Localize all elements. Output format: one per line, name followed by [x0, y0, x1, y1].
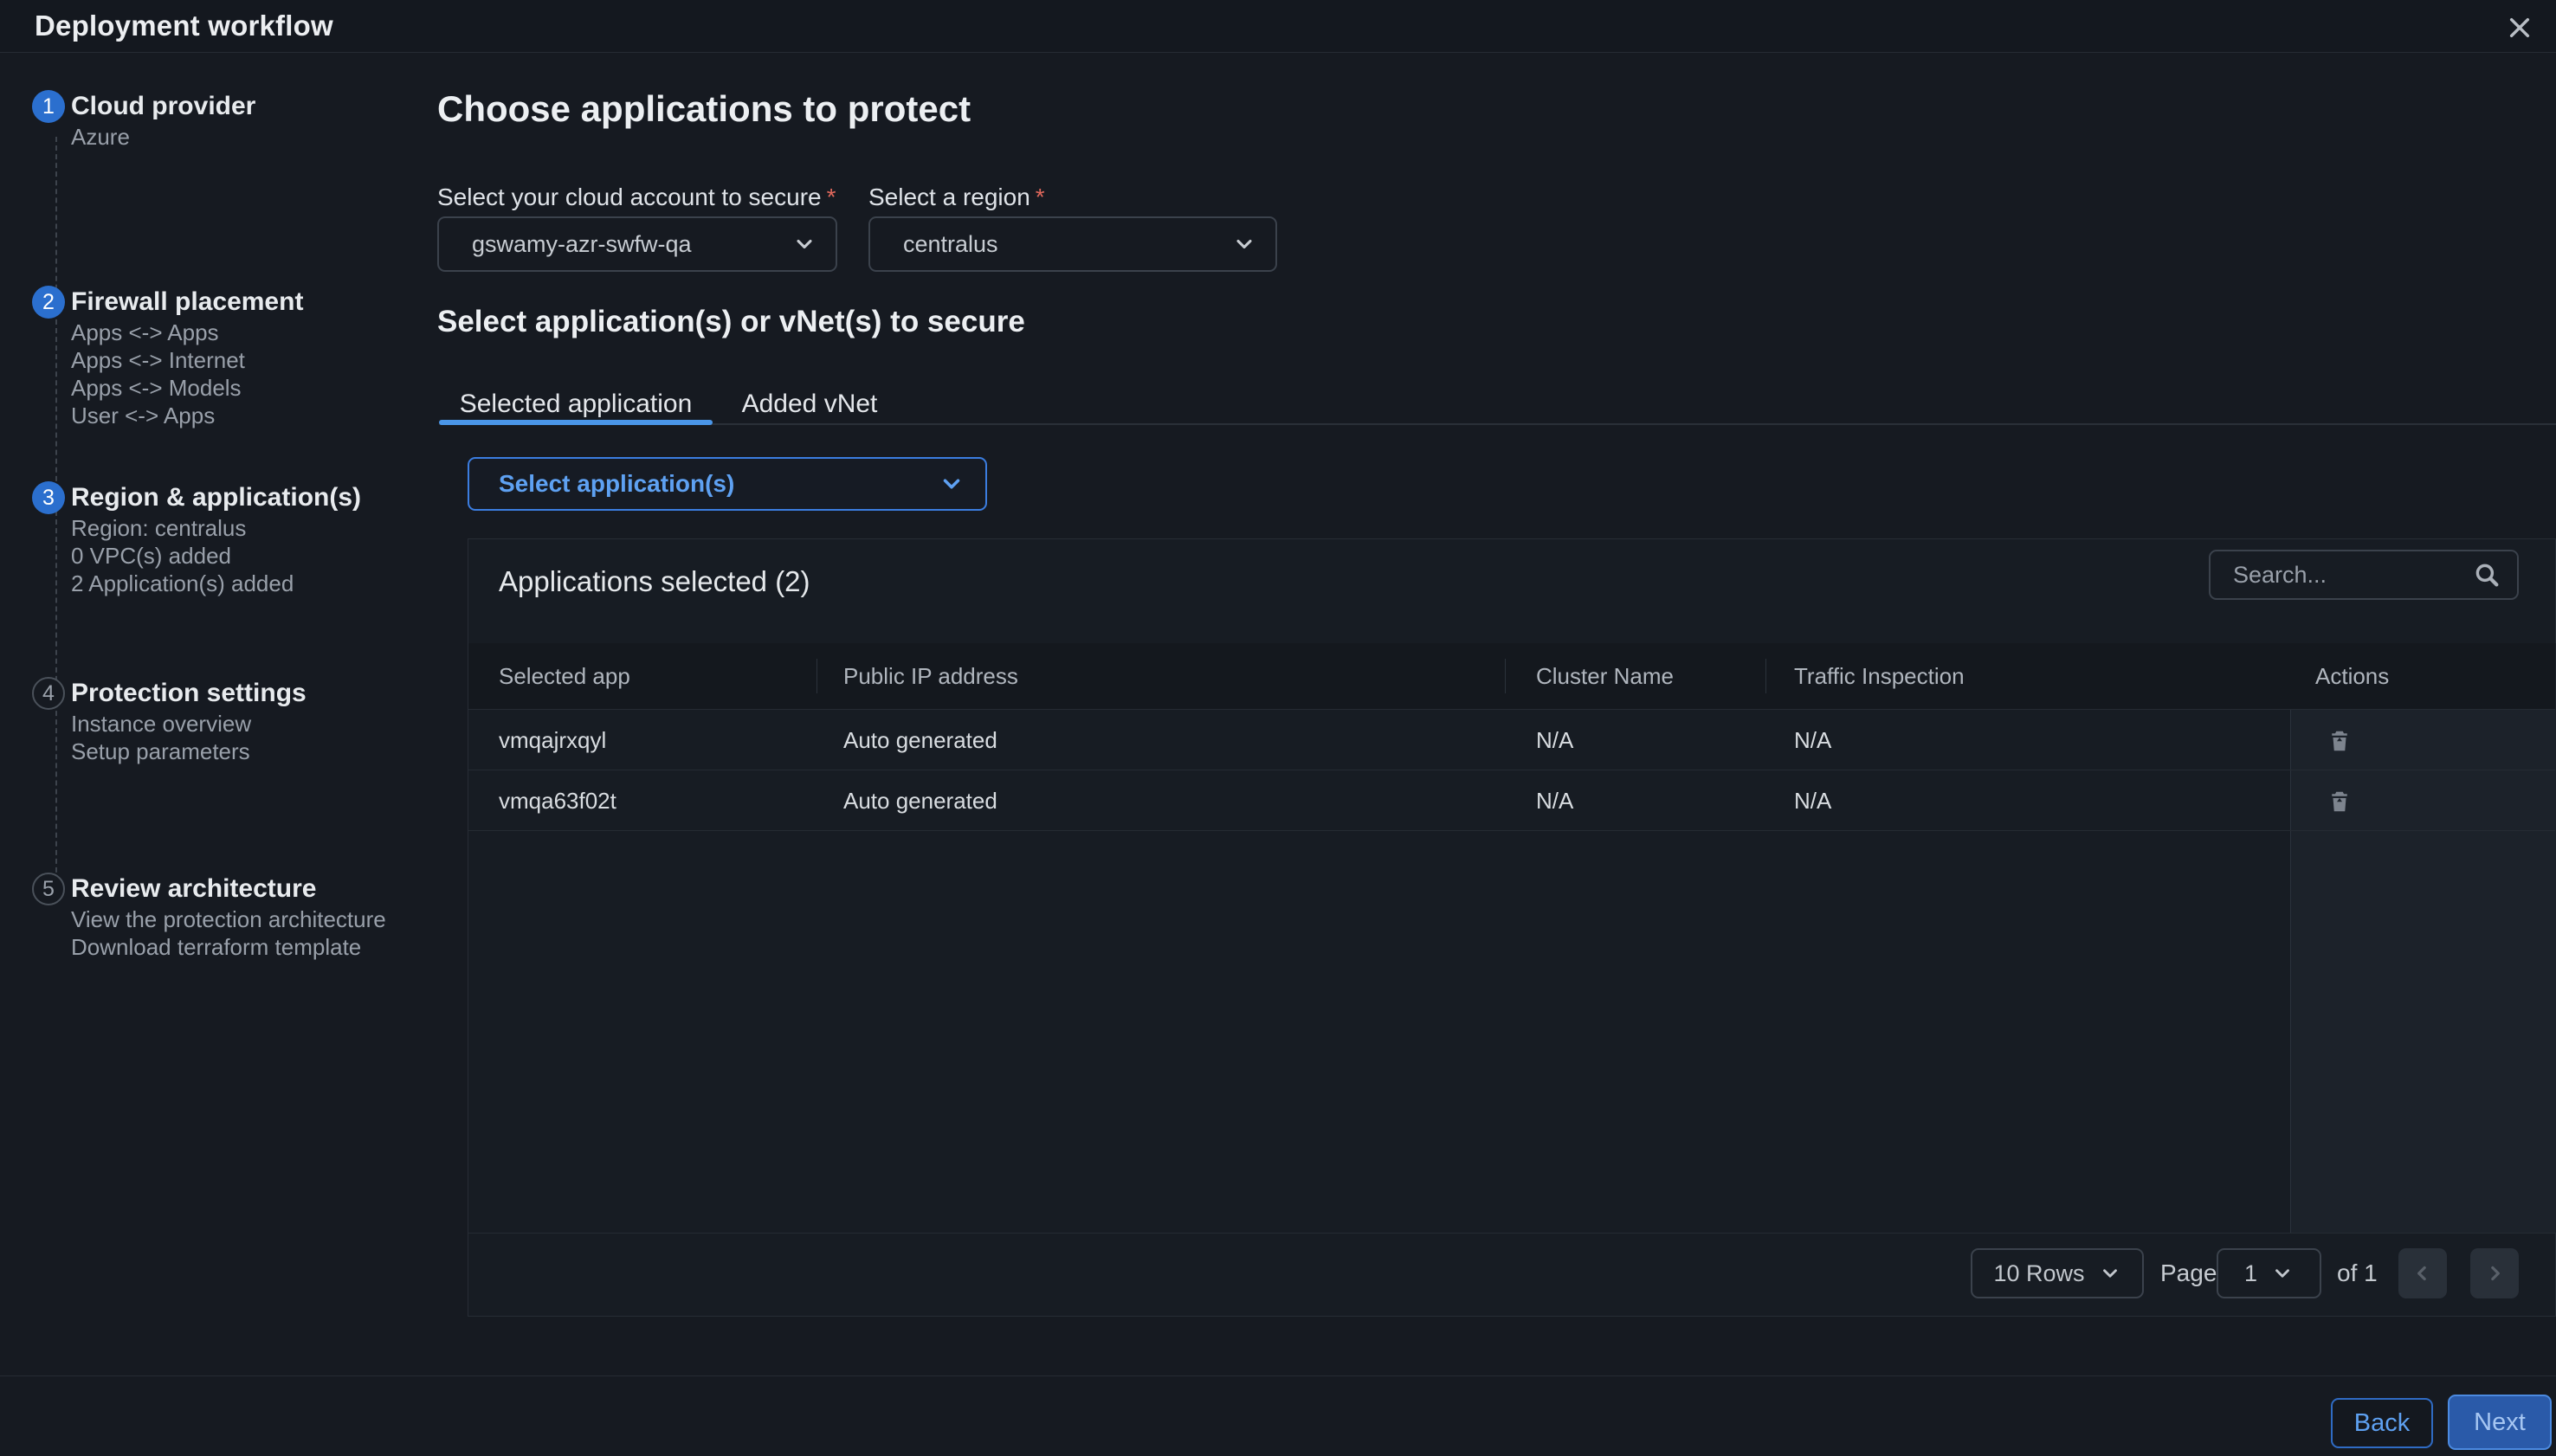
chevron-down-icon — [2099, 1262, 2121, 1285]
cell-public-ip: Auto generated — [843, 710, 997, 770]
step-subtitle: Instance overview — [71, 710, 437, 738]
dialog-title: Deployment workflow — [35, 10, 333, 42]
step-number-badge: 1 — [32, 90, 65, 123]
step-subtitle: Apps <-> Models — [71, 374, 437, 402]
table-header-row: Selected app Public IP address Cluster Nam… — [468, 643, 2555, 709]
cell-public-ip: Auto generated — [843, 770, 997, 831]
cell-cluster-name: N/A — [1536, 710, 1573, 770]
cloud-account-value: gswamy-azr-swfw-qa — [472, 231, 792, 258]
step-subtitle: User <-> Apps — [71, 402, 437, 429]
pagination-bar: 10 Rows Page 1 of 1 — [468, 1234, 2555, 1317]
chevron-down-icon — [939, 471, 965, 497]
column-header-traffic-inspection: Traffic Inspection — [1794, 643, 1965, 709]
step-subtitle: View the protection architecture — [71, 905, 437, 933]
table-row: vmqajrxqyl Auto generated N/A N/A — [468, 710, 2555, 770]
previous-page-button[interactable] — [2398, 1248, 2447, 1298]
step-number-badge: 4 — [32, 677, 65, 710]
trash-icon — [2327, 788, 2353, 815]
column-header-public-ip-address: Public IP address — [843, 643, 1018, 709]
applications-card: Applications selected (2) Selected app Pu… — [468, 538, 2556, 1317]
workflow-step-2[interactable]: 2Firewall placementApps <-> AppsApps <->… — [0, 286, 437, 429]
step-title: Cloud provider — [71, 90, 437, 123]
step-title: Region & application(s) — [71, 481, 437, 514]
step-subtitle: Apps <-> Apps — [71, 319, 437, 346]
select-applications-label: Select application(s) — [499, 470, 939, 498]
step-title: Firewall placement — [71, 286, 437, 319]
column-divider — [1765, 659, 1766, 693]
cell-traffic-inspection: N/A — [1794, 710, 1831, 770]
step-subtitle: 0 VPC(s) added — [71, 542, 437, 570]
step-subtitle: Setup parameters — [71, 738, 437, 765]
step-title: Protection settings — [71, 677, 437, 710]
page-title: Choose applications to protect — [437, 88, 971, 130]
workflow-step-5[interactable]: 5Review architectureView the protection … — [0, 873, 437, 961]
page-number-select[interactable]: 1 — [2217, 1248, 2321, 1298]
step-subtitle: Azure — [71, 123, 437, 151]
chevron-right-icon — [2483, 1262, 2506, 1285]
workflow-step-3[interactable]: 3Region & application(s)Region: centralu… — [0, 481, 437, 597]
page-number-value: 1 — [2244, 1260, 2257, 1287]
search-input[interactable] — [2231, 561, 2472, 589]
active-tab-indicator — [439, 420, 713, 425]
rows-per-page-value: 10 Rows — [1993, 1260, 2084, 1287]
step-number-badge: 2 — [32, 286, 65, 319]
close-icon — [2506, 14, 2533, 42]
step-number-badge: 3 — [32, 481, 65, 514]
region-select[interactable]: centralus — [868, 216, 1277, 272]
step-subtitle: Apps <-> Internet — [71, 346, 437, 374]
close-button[interactable] — [2501, 9, 2539, 47]
next-button[interactable]: Next — [2448, 1395, 2552, 1450]
cell-cluster-name: N/A — [1536, 770, 1573, 831]
table-row: vmqa63f02t Auto generated N/A N/A — [468, 770, 2555, 831]
step-subtitle: 2 Application(s) added — [71, 570, 437, 597]
chevron-left-icon — [2411, 1262, 2434, 1285]
page-total-label: of 1 — [2337, 1248, 2378, 1298]
section-title: Select application(s) or vNet(s) to secu… — [437, 305, 1025, 339]
chevron-down-icon — [2271, 1262, 2294, 1285]
cloud-account-select[interactable]: gswamy-azr-swfw-qa — [437, 216, 837, 272]
region-label: Select a region* — [868, 184, 1045, 211]
page-label: Page — [2160, 1248, 2217, 1298]
step-number-badge: 5 — [32, 873, 65, 905]
workflow-step-4[interactable]: 4Protection settingsInstance overviewSet… — [0, 677, 437, 765]
footer-divider — [0, 1375, 2556, 1376]
workflow-step-1[interactable]: 1Cloud providerAzure — [0, 90, 437, 151]
cell-selected-app: vmqajrxqyl — [499, 710, 606, 770]
chevron-down-icon — [1232, 232, 1256, 256]
delete-row-button[interactable] — [2321, 723, 2358, 759]
step-subtitle: Download terraform template — [71, 933, 437, 961]
back-button[interactable]: Back — [2331, 1398, 2433, 1448]
column-header-actions: Actions — [2315, 643, 2389, 709]
cell-selected-app: vmqa63f02t — [499, 770, 616, 831]
step-subtitle: Region: centralus — [71, 514, 437, 542]
required-asterisk: * — [1036, 184, 1045, 210]
delete-row-button[interactable] — [2321, 783, 2358, 820]
rows-per-page-select[interactable]: 10 Rows — [1971, 1248, 2144, 1298]
column-header-cluster-name: Cluster Name — [1536, 643, 1674, 709]
search-icon[interactable] — [2472, 560, 2501, 589]
region-value: centralus — [903, 231, 1232, 258]
column-divider — [816, 659, 817, 693]
chevron-down-icon — [792, 232, 816, 256]
tab-selected-application[interactable]: Selected application — [439, 385, 713, 423]
dialog-header: Deployment workflow — [0, 0, 2556, 53]
required-asterisk: * — [827, 184, 836, 210]
step-title: Review architecture — [71, 873, 437, 905]
applications-selected-title: Applications selected (2) — [499, 565, 810, 598]
cell-traffic-inspection: N/A — [1794, 770, 1831, 831]
column-divider — [1505, 659, 1506, 693]
tab-added-vnet[interactable]: Added vNet — [740, 385, 879, 423]
row-divider — [468, 830, 2555, 831]
trash-icon — [2327, 727, 2353, 755]
column-header-selected-app: Selected app — [499, 643, 630, 709]
select-applications-dropdown[interactable]: Select application(s) — [468, 457, 987, 511]
tabs-baseline — [439, 423, 2556, 425]
search-box — [2209, 550, 2519, 600]
cloud-account-label: Select your cloud account to secure* — [437, 184, 836, 211]
next-page-button[interactable] — [2470, 1248, 2519, 1298]
